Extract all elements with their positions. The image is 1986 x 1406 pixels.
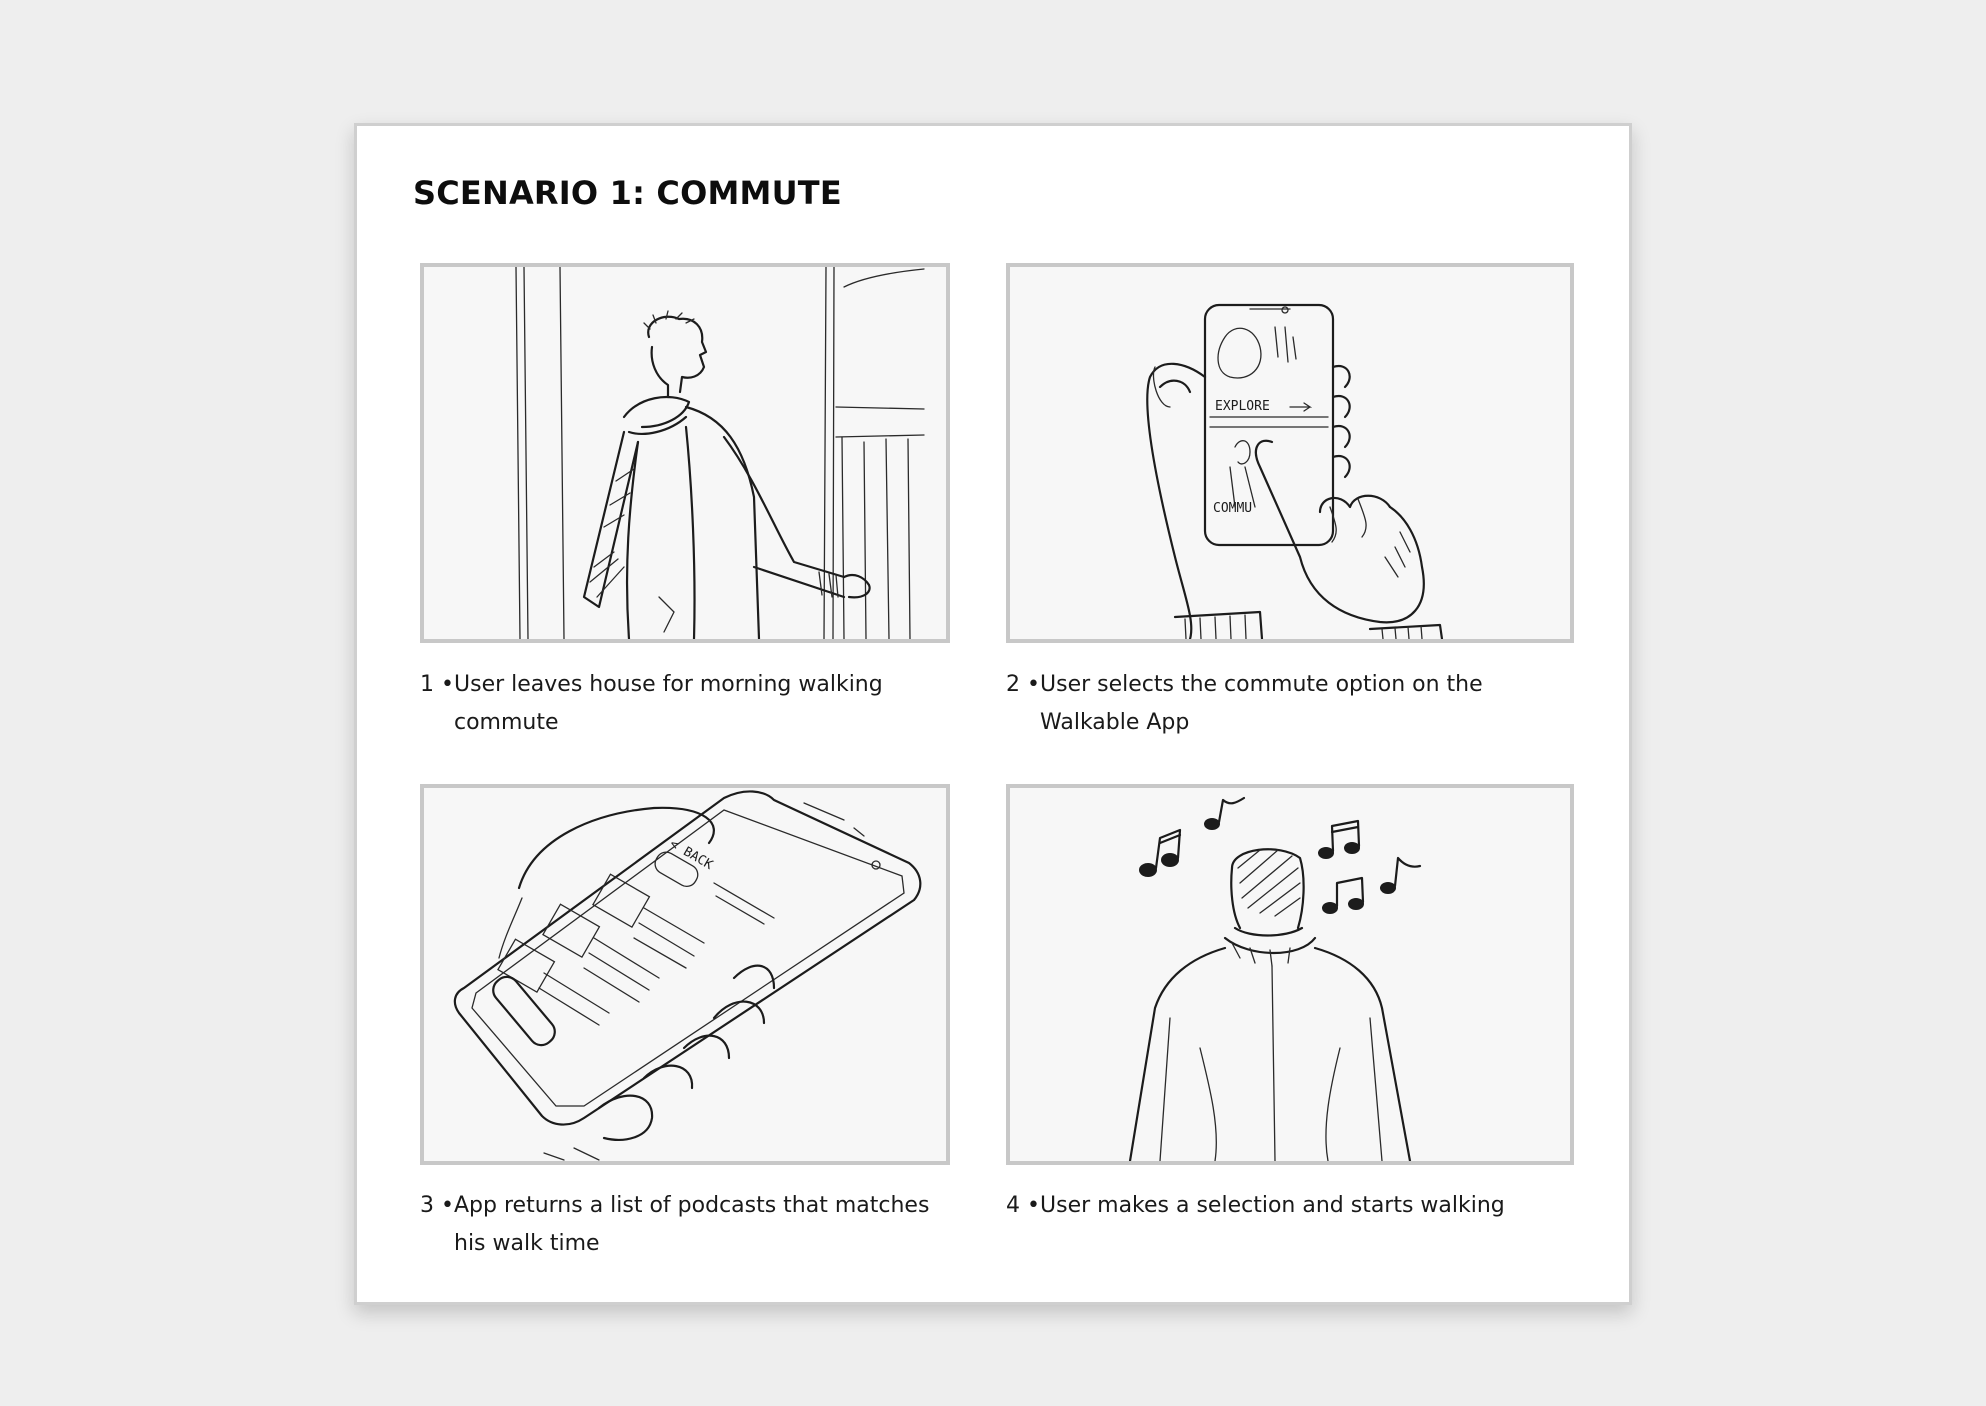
sketch-label-explore: EXPLORE [1215, 399, 1270, 414]
storyboard-panel-2: EXPLORE COMMU [1006, 263, 1574, 643]
man-leaving-house-sketch [515, 267, 925, 639]
storyboard-panel-3: < BACK [420, 784, 950, 1165]
music-note-icon [1380, 856, 1422, 894]
music-note-icon [1139, 828, 1182, 877]
step-number: 2 • [1006, 672, 1040, 697]
music-note-icon [1322, 876, 1365, 914]
storyboard-panel-1 [420, 263, 950, 643]
music-note-icon [1204, 796, 1246, 830]
storyboard-panel-4 [1006, 784, 1574, 1165]
phone-podcast-list-sketch: < BACK [453, 790, 922, 1161]
man-walking-with-music-sketch [1128, 796, 1422, 1161]
panel-caption-3: 3 • App returns a list of podcasts that … [420, 1187, 940, 1263]
step-number: 1 • [420, 672, 454, 697]
step-description: User selects the commute option on the W… [1040, 672, 1483, 735]
sketch-label-commute: COMMU [1213, 501, 1252, 516]
page-title: SCENARIO 1: COMMUTE [413, 174, 842, 212]
step-number: 3 • [420, 1193, 454, 1218]
panel-caption-2: 2 • User selects the commute option on t… [1006, 666, 1566, 742]
panel-caption-4: 4 • User makes a selection and starts wa… [1006, 1187, 1566, 1225]
step-description: User leaves house for morning walking co… [454, 672, 883, 735]
step-description: User makes a selection and starts walkin… [1040, 1193, 1505, 1218]
hand-holding-phone-sketch: EXPLORE COMMU [1146, 303, 1444, 639]
step-number: 4 • [1006, 1193, 1040, 1218]
music-note-icon [1318, 819, 1361, 859]
panel-caption-1: 1 • User leaves house for morning walkin… [420, 666, 940, 742]
step-description: App returns a list of podcasts that matc… [454, 1193, 930, 1256]
storyboard-card: SCENARIO 1: COMMUTE EXPLORE COMMU < BACK… [354, 123, 1632, 1305]
